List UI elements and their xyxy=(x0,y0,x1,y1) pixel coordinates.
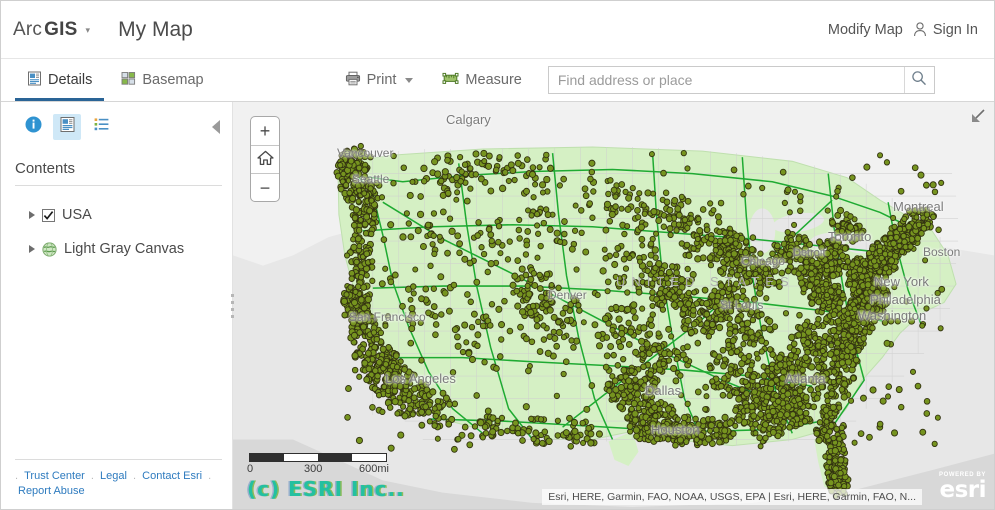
tab-details[interactable]: Details xyxy=(15,59,105,101)
zoom-controls: + − xyxy=(250,116,280,202)
brand-arc-text: Arc xyxy=(13,18,43,40)
layer-label: USA xyxy=(62,207,92,223)
contents-heading: Contents xyxy=(15,160,76,177)
tab-basemap[interactable]: Basemap xyxy=(109,59,215,101)
legend-icon xyxy=(93,116,110,138)
arcgis-map-viewer: Arc GIS ▾ My Map Modify Map Sign In Deta… xyxy=(0,0,995,510)
zoom-out-button[interactable]: − xyxy=(251,173,279,201)
scale-bar: 0 300 600mi xyxy=(247,453,397,477)
powered-by-esri-logo: POWERED BY esri xyxy=(939,472,987,503)
basemap-grid-icon xyxy=(121,71,136,90)
info-icon xyxy=(25,116,42,138)
footer-separator: . xyxy=(90,470,94,482)
link-report-abuse[interactable]: Report Abuse xyxy=(18,485,85,497)
search-input[interactable] xyxy=(548,67,904,93)
layer-label: Light Gray Canvas xyxy=(64,241,185,257)
panel-tab-about[interactable] xyxy=(19,114,47,140)
scale-label-0: 0 xyxy=(247,463,254,475)
panel-tab-contents[interactable] xyxy=(53,114,81,140)
map-toolbar: Details Basemap Print Measure Find addre… xyxy=(1,58,994,102)
home-button[interactable] xyxy=(251,145,279,173)
details-icon xyxy=(27,71,42,90)
app-header: Arc GIS ▾ My Map Modify Map Sign In xyxy=(1,1,994,58)
modify-map-button[interactable]: Modify Map xyxy=(828,22,903,38)
sign-in-button[interactable]: Sign In xyxy=(913,22,978,38)
link-legal[interactable]: Legal xyxy=(100,470,127,482)
modify-map-label: Modify Map xyxy=(827,21,903,38)
home-icon xyxy=(256,150,274,169)
sign-in-label: Sign In xyxy=(932,21,978,38)
header-actions: Modify Map Sign In xyxy=(828,22,978,38)
expand-map-button[interactable] xyxy=(968,108,988,128)
arcgis-brand[interactable]: Arc GIS ▾ xyxy=(13,19,90,41)
app-body: Contents USA Light Gray Canvas . Trust C… xyxy=(1,102,994,509)
chevron-down-icon[interactable]: ▾ xyxy=(85,25,90,36)
brand-gis-text: GIS xyxy=(44,18,78,40)
esri-wordmark: esri xyxy=(939,477,986,503)
sidebar-footer: . Trust Center . Legal . Contact Esri . … xyxy=(15,459,222,509)
expand-arrow-icon[interactable] xyxy=(29,211,35,219)
scale-label-600: 600mi xyxy=(359,463,389,475)
map-canvas[interactable]: Calgary Vancouver Seattle San Francisco Los … xyxy=(233,102,994,509)
scale-labels: 0 300 600mi xyxy=(247,463,397,477)
panel-icon-bar xyxy=(1,102,232,146)
layer-item-usa[interactable]: USA xyxy=(1,198,232,232)
measure-button[interactable]: Measure xyxy=(430,59,533,101)
contents-divider xyxy=(15,185,222,186)
print-button[interactable]: Print xyxy=(333,59,426,101)
link-trust-center[interactable]: Trust Center xyxy=(24,470,85,482)
search-box xyxy=(547,66,935,94)
tab-details-label: Details xyxy=(48,72,93,88)
search-icon xyxy=(911,70,927,91)
esri-watermark: (c) ESRI Inc.. xyxy=(247,477,405,501)
link-contact-esri[interactable]: Contact Esri xyxy=(142,470,202,482)
footer-links: . Trust Center . Legal . Contact Esri . … xyxy=(15,469,222,499)
search-button[interactable] xyxy=(903,67,934,93)
footer-separator: . xyxy=(133,470,137,482)
toolbar-left-group: Details Basemap xyxy=(15,59,221,101)
person-icon xyxy=(913,22,927,37)
layer-item-basemap[interactable]: Light Gray Canvas xyxy=(1,232,232,266)
grip-icon xyxy=(230,293,234,318)
toolbar-center-group: Print Measure xyxy=(333,59,935,101)
contents-icon xyxy=(59,116,76,138)
tab-basemap-label: Basemap xyxy=(142,72,204,88)
page-title: My Map xyxy=(118,17,193,41)
expand-arrow-icon xyxy=(970,108,986,129)
printer-icon xyxy=(345,71,361,90)
measure-icon xyxy=(442,71,459,90)
print-label: Print xyxy=(366,72,397,88)
measure-label: Measure xyxy=(465,72,522,88)
layer-list: USA Light Gray Canvas xyxy=(1,194,232,459)
layer-visibility-checkbox[interactable] xyxy=(42,208,55,222)
panel-tab-legend[interactable] xyxy=(87,114,115,140)
chevron-down-icon[interactable] xyxy=(405,77,414,83)
panel-resize-handle[interactable] xyxy=(228,102,236,509)
left-panel: Contents USA Light Gray Canvas . Trust C… xyxy=(1,102,236,509)
scale-label-300: 300 xyxy=(304,463,323,475)
footer-separator: . xyxy=(15,470,19,482)
expand-arrow-icon[interactable] xyxy=(29,245,35,253)
map-attribution: Esri, HERE, Garmin, FAO, NOAA, USGS, EPA… xyxy=(542,489,922,505)
map-graphics xyxy=(233,102,994,509)
scale-track xyxy=(249,453,387,462)
zoom-in-button[interactable]: + xyxy=(251,117,279,145)
footer-separator: . xyxy=(208,470,212,482)
globe-icon xyxy=(42,241,57,257)
collapse-panel-button[interactable] xyxy=(212,120,220,134)
